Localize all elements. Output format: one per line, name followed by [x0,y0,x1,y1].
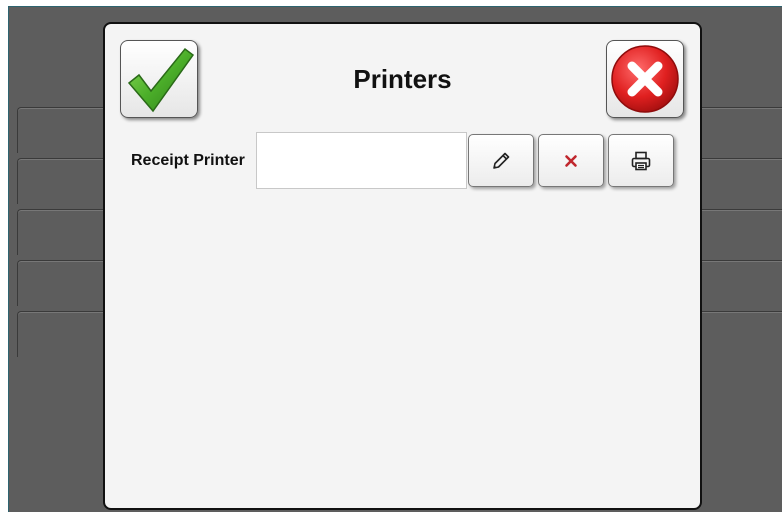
receipt-printer-label: Receipt Printer [131,152,245,169]
close-button[interactable] [606,40,684,118]
pencil-icon [493,152,510,169]
close-x-icon [611,45,679,113]
receipt-printer-field[interactable] [256,132,467,189]
test-print-button[interactable] [608,134,674,187]
edit-printer-button[interactable] [468,134,534,187]
x-icon [565,154,577,167]
printer-icon [631,151,651,170]
clear-printer-button[interactable] [538,134,604,187]
printers-dialog: Printers Receipt Printer [103,22,702,510]
